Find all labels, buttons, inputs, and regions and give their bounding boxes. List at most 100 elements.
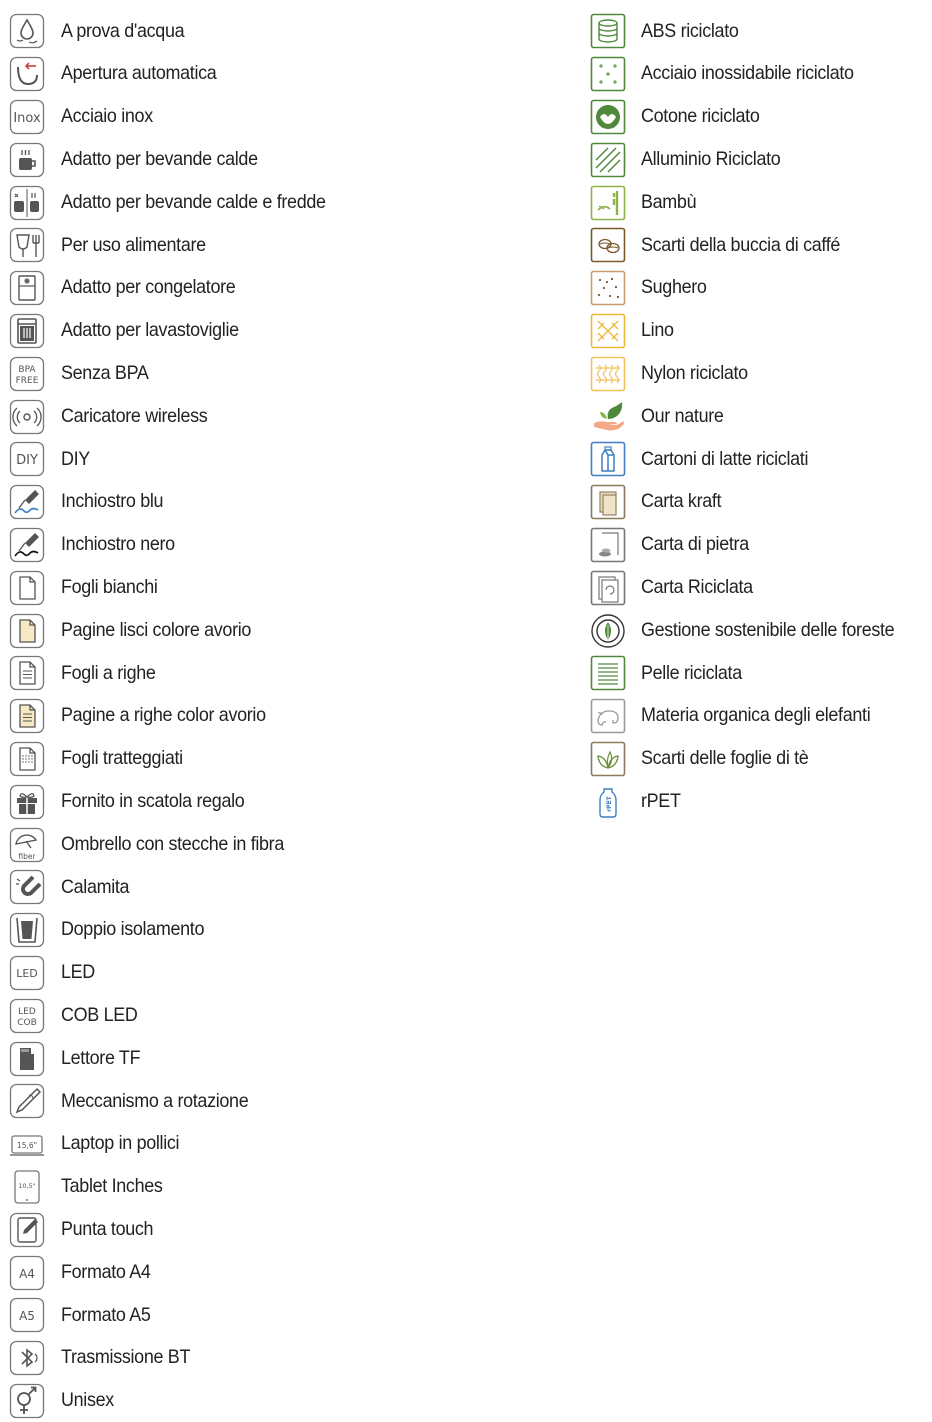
tea-leaves-icon — [590, 741, 626, 777]
freezer-icon — [9, 270, 45, 306]
legend-row-a4: A4 Formato A4 — [9, 1251, 549, 1294]
led-icon: LED — [9, 955, 45, 991]
legend-row-recycled-nylon: Nylon riciclato — [590, 352, 932, 395]
auto-open-icon — [9, 56, 45, 92]
icon-text: 10,5" — [18, 1182, 35, 1190]
legend-label: Carta kraft — [641, 492, 721, 512]
legend-row-our-nature: Our nature — [590, 395, 932, 438]
legend-row-diy: DIYDIY — [9, 438, 549, 481]
legend-row-cork: Sughero — [590, 267, 932, 310]
unisex-icon — [9, 1383, 45, 1419]
our-nature-icon — [590, 399, 626, 435]
legend-label: Doppio isolamento — [61, 920, 204, 940]
svg-text:FREE: FREE — [16, 376, 39, 386]
legend-label: Carta di pietra — [641, 535, 749, 555]
legend-label: Inchiostro blu — [61, 492, 163, 512]
legend-label: Materia organica degli elefanti — [641, 706, 870, 726]
recycled-nylon-icon — [590, 356, 626, 392]
linen-icon — [590, 313, 626, 349]
blank-sheet-icon — [9, 570, 45, 606]
legend-label: Scarti della buccia di caffé — [641, 236, 840, 256]
svg-text:BPA: BPA — [18, 365, 36, 375]
legend-row-recycled-aluminium: Alluminio Riciclato — [590, 138, 932, 181]
a4-icon: A4 — [9, 1255, 45, 1291]
magnet-icon — [9, 869, 45, 905]
legend-label: Fornito in scatola regalo — [61, 792, 244, 812]
legend-label: Formato A4 — [61, 1263, 151, 1283]
fsc-icon — [590, 613, 626, 649]
legend-label: Gestione sostenibile delle foreste — [641, 621, 894, 641]
legend-label: Fogli a righe — [61, 664, 156, 684]
legend-row-led: LED LED — [9, 952, 549, 995]
legend-row-unisex: Unisex — [9, 1380, 549, 1422]
legend-row-double-insulation: Doppio isolamento — [9, 909, 549, 952]
legend-label: Ombrello con stecche in fibra — [61, 835, 284, 855]
icon-text: rPET — [606, 795, 613, 811]
dishwasher-icon — [9, 313, 45, 349]
legend-row-dotted-sheet: Fogli tratteggiati — [9, 738, 549, 781]
legend-row-milk-carton: Cartoni di latte riciclati — [590, 438, 932, 481]
legend-row-fiber-umbrella: fiber Ombrello con stecche in fibra — [9, 823, 549, 866]
legend-row-tf-card: Lettore TF — [9, 1037, 549, 1080]
recycled-abs-icon — [590, 13, 626, 49]
recycled-paper-icon — [590, 570, 626, 606]
legend-row-bpa-free: BPAFREESenza BPA — [9, 352, 549, 395]
icon-text: 15,6" — [17, 1141, 37, 1150]
legend-row-recycled-abs: ABS riciclato — [590, 10, 932, 53]
legend-label: Tablet Inches — [61, 1177, 163, 1197]
legend-row-cob-led: LEDCOBCOB LED — [9, 994, 549, 1037]
legend-row-hot-cold-cup: Adatto per bevande calde e fredde — [9, 181, 549, 224]
bpa-free-icon: BPAFREE — [9, 356, 45, 392]
legend-row-blue-ink: Inchiostro blu — [9, 481, 549, 524]
double-insulation-icon — [9, 912, 45, 948]
legend-label: Fogli tratteggiati — [61, 749, 183, 769]
legend-row-twist-pen: Meccanismo a rotazione — [9, 1080, 549, 1123]
blue-ink-icon — [9, 484, 45, 520]
wireless-charger-icon — [9, 399, 45, 435]
legend-row-linen: Lino — [590, 310, 932, 353]
features-column-left: A prova d'acquaApertura automaticaInoxAc… — [9, 10, 549, 1422]
cork-icon — [590, 270, 626, 306]
legend-row-auto-open: Apertura automatica — [9, 53, 549, 96]
legend-row-freezer: Adatto per congelatore — [9, 267, 549, 310]
legend-row-laptop: 15,6" Laptop in pollici — [9, 1123, 549, 1166]
legend-label: Laptop in pollici — [61, 1134, 179, 1154]
legend-row-a5: A5 Formato A5 — [9, 1294, 549, 1337]
legend-row-ivory-sheet: Pagine lisci colore avorio — [9, 609, 549, 652]
a5-icon: A5 — [9, 1297, 45, 1333]
legend-label: ABS riciclato — [641, 22, 739, 42]
legend-row-tablet: 10,5" Tablet Inches — [9, 1166, 549, 1209]
fiber-umbrella-icon: fiber — [9, 827, 45, 863]
legend-label: Formato A5 — [61, 1306, 151, 1326]
stone-paper-icon — [590, 527, 626, 563]
legend-label: A prova d'acqua — [61, 22, 184, 42]
elephant-dung-icon — [590, 698, 626, 734]
cob-led-icon: LEDCOB — [9, 998, 45, 1034]
legend-row-water-drop: A prova d'acqua — [9, 10, 549, 53]
legend-label: Per uso alimentare — [61, 236, 206, 256]
legend-label: Sughero — [641, 278, 707, 298]
legend-label: DIY — [61, 450, 90, 470]
legend-row-recycled-steel: Acciaio inossidabile riciclato — [590, 53, 932, 96]
legend-row-fsc: Gestione sostenibile delle foreste — [590, 609, 932, 652]
legend-row-tea-leaves: Scarti delle foglie di tè — [590, 738, 932, 781]
bamboo-icon — [590, 185, 626, 221]
legend-row-coffee-husk: Scarti della buccia di caffé — [590, 224, 932, 267]
legend-label: LED — [61, 963, 95, 983]
legend-label: Carta Riciclata — [641, 578, 753, 598]
legend-label: Acciaio inossidabile riciclato — [641, 64, 854, 84]
food-safe-icon — [9, 227, 45, 263]
legend-row-bluetooth: Trasmissione BT — [9, 1337, 549, 1380]
materials-column-right: ABS riciclato Acciaio inossidabile ricicl… — [590, 10, 932, 823]
legend-label: Unisex — [61, 1391, 114, 1411]
black-ink-icon — [9, 527, 45, 563]
hot-cold-cup-icon — [9, 185, 45, 221]
ivory-lined-sheet-icon — [9, 698, 45, 734]
legend-label: Trasmissione BT — [61, 1348, 190, 1368]
legend-label: Bambù — [641, 193, 696, 213]
recycled-aluminium-icon — [590, 142, 626, 178]
legend-row-wireless-charger: Caricatore wireless — [9, 395, 549, 438]
legend-label: Meccanismo a rotazione — [61, 1092, 248, 1112]
legend-row-stone-paper: Carta di pietra — [590, 524, 932, 567]
recycled-steel-icon — [590, 56, 626, 92]
